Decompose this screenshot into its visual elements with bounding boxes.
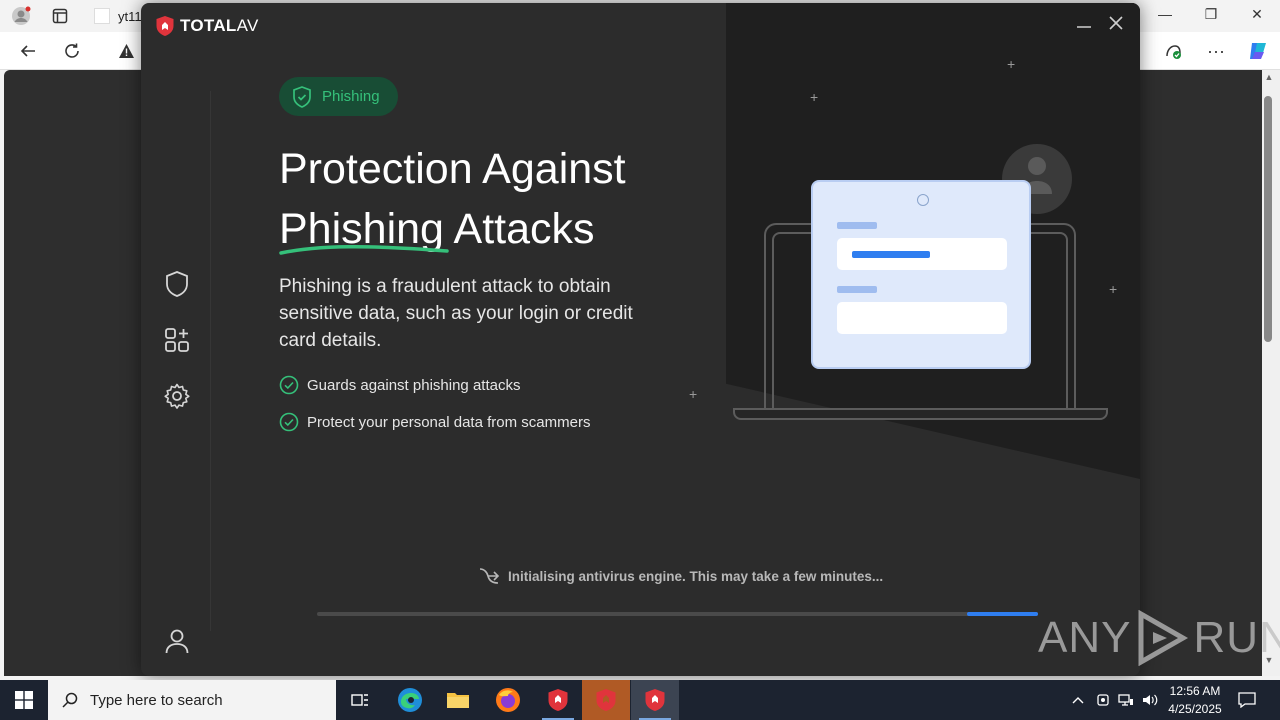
field-illustration [837,238,1007,270]
sidebar-item-features[interactable] [161,324,193,356]
clock-time: 12:56 AM [1169,684,1221,698]
field-illustration [837,302,1007,334]
search-icon [62,692,78,708]
tray-volume-icon[interactable] [1140,680,1160,720]
brand-name-bold: TOTAL [180,16,237,35]
watermark-text-right: RUN [1193,613,1280,662]
feature-item-label: Protect your personal data from scammers [307,413,591,431]
camera-dot [917,194,929,206]
progress-fill [966,612,1038,616]
clock-date: 4/25/2025 [1168,702,1222,716]
feature-item-label: Guards against phishing attacks [307,376,521,394]
check-circle-icon [279,412,299,432]
taskbar-totalav[interactable] [631,680,679,720]
browser-close-icon[interactable]: ✕ [1246,6,1268,26]
copilot-icon[interactable] [1246,40,1270,62]
sparkle-plus-icon: + [810,89,819,105]
user-account-icon [165,629,189,654]
sparkle-plus-icon: + [689,386,698,402]
profile-icon[interactable] [10,5,32,27]
start-button[interactable] [0,680,48,720]
sidebar-item-settings[interactable] [161,380,193,412]
taskbar-totalav[interactable] [582,680,630,720]
arrow-merge-icon [479,568,500,584]
task-view-icon [351,694,368,706]
taskbar-file-explorer[interactable] [434,680,482,720]
settings-gear-icon [164,383,190,409]
headline-line-1: Protection Against [279,145,626,193]
totalav-window: TOTALAV Phishing Protection Against Phis… [141,3,1140,676]
edge-icon [398,688,422,712]
tray-device-icon[interactable] [1093,680,1113,720]
scrollbar-thumb[interactable] [1264,96,1272,342]
more-icon[interactable]: ··· [1206,41,1226,61]
sparkle-plus-icon: + [1109,281,1118,297]
scroll-up-icon[interactable]: ▲ [1264,72,1274,82]
shield-check-icon [293,85,311,108]
browser-minimize-icon[interactable]: — [1154,6,1176,26]
page-title: Protection Against Phishing Attacks [279,139,699,259]
laptop-base [733,408,1108,420]
notification-center-icon[interactable] [1236,680,1258,720]
firefox-icon [496,688,520,712]
warning-icon[interactable] [116,41,136,61]
totalav-icon [645,689,665,711]
tab-title[interactable]: yt11 [118,9,142,24]
field-label-bar [837,286,877,293]
extension-icon[interactable] [1162,41,1184,61]
status-text: Initialising antivirus engine. This may … [508,568,884,584]
sidebar-divider [210,91,211,631]
anyrun-watermark: ANY RUN [1038,610,1280,666]
totalav-icon [596,689,616,711]
app-minimize-button[interactable] [1074,15,1094,35]
windows-taskbar: Type here to search 12:56 AM 4/25/2025 [0,680,1280,720]
headline-rest: Attacks [443,205,595,253]
progress-bar [317,612,1038,616]
tabs-icon[interactable] [50,6,70,26]
task-view-button[interactable] [336,680,384,720]
play-logo-icon [1138,610,1189,666]
file-explorer-icon [447,693,469,708]
tray-network-icon[interactable] [1116,680,1136,720]
login-form-illustration [811,180,1031,369]
totalav-shield-logo-icon [156,16,174,36]
feature-item: Protect your personal data from scammers [279,412,590,432]
feature-item: Guards against phishing attacks [279,375,520,395]
windows-logo-icon [15,691,33,709]
tray-chevron-icon[interactable] [1068,680,1088,720]
status-message: Initialising antivirus engine. This may … [478,566,883,586]
search-placeholder: Type here to search [90,691,223,709]
app-close-button[interactable] [1106,15,1126,35]
tab-favicon [94,8,110,24]
browser-scrollbar[interactable]: ▲ ▼ [1262,70,1280,676]
totalav-icon [548,689,568,711]
taskbar-edge[interactable] [386,680,434,720]
feature-pill: Phishing [279,77,398,116]
refresh-icon[interactable] [62,41,82,61]
field-label-bar [837,222,877,229]
feature-description: Phishing is a fraudulent attack to obtai… [279,276,633,351]
apps-add-icon [165,328,189,352]
shield-icon [166,271,188,297]
back-icon[interactable] [18,41,38,61]
taskbar-firefox[interactable] [484,680,532,720]
feature-pill-label: Phishing [322,88,380,105]
taskbar-clock[interactable]: 12:56 AM 4/25/2025 [1162,682,1228,718]
sparkle-plus-icon: + [1007,56,1016,72]
check-circle-icon [279,375,299,395]
brand-name-light: AV [236,16,259,35]
totalav-logo: TOTALAV [155,15,259,37]
underline-squiggle [279,244,449,255]
taskbar-totalav[interactable] [534,680,582,720]
field-value-bar [852,251,930,258]
sidebar-item-protection[interactable] [161,268,193,300]
taskbar-search-input[interactable]: Type here to search [48,680,336,720]
browser-restore-icon[interactable]: ❐ [1200,6,1222,26]
sidebar-item-account[interactable] [161,625,193,657]
watermark-text-left: ANY [1038,613,1132,662]
